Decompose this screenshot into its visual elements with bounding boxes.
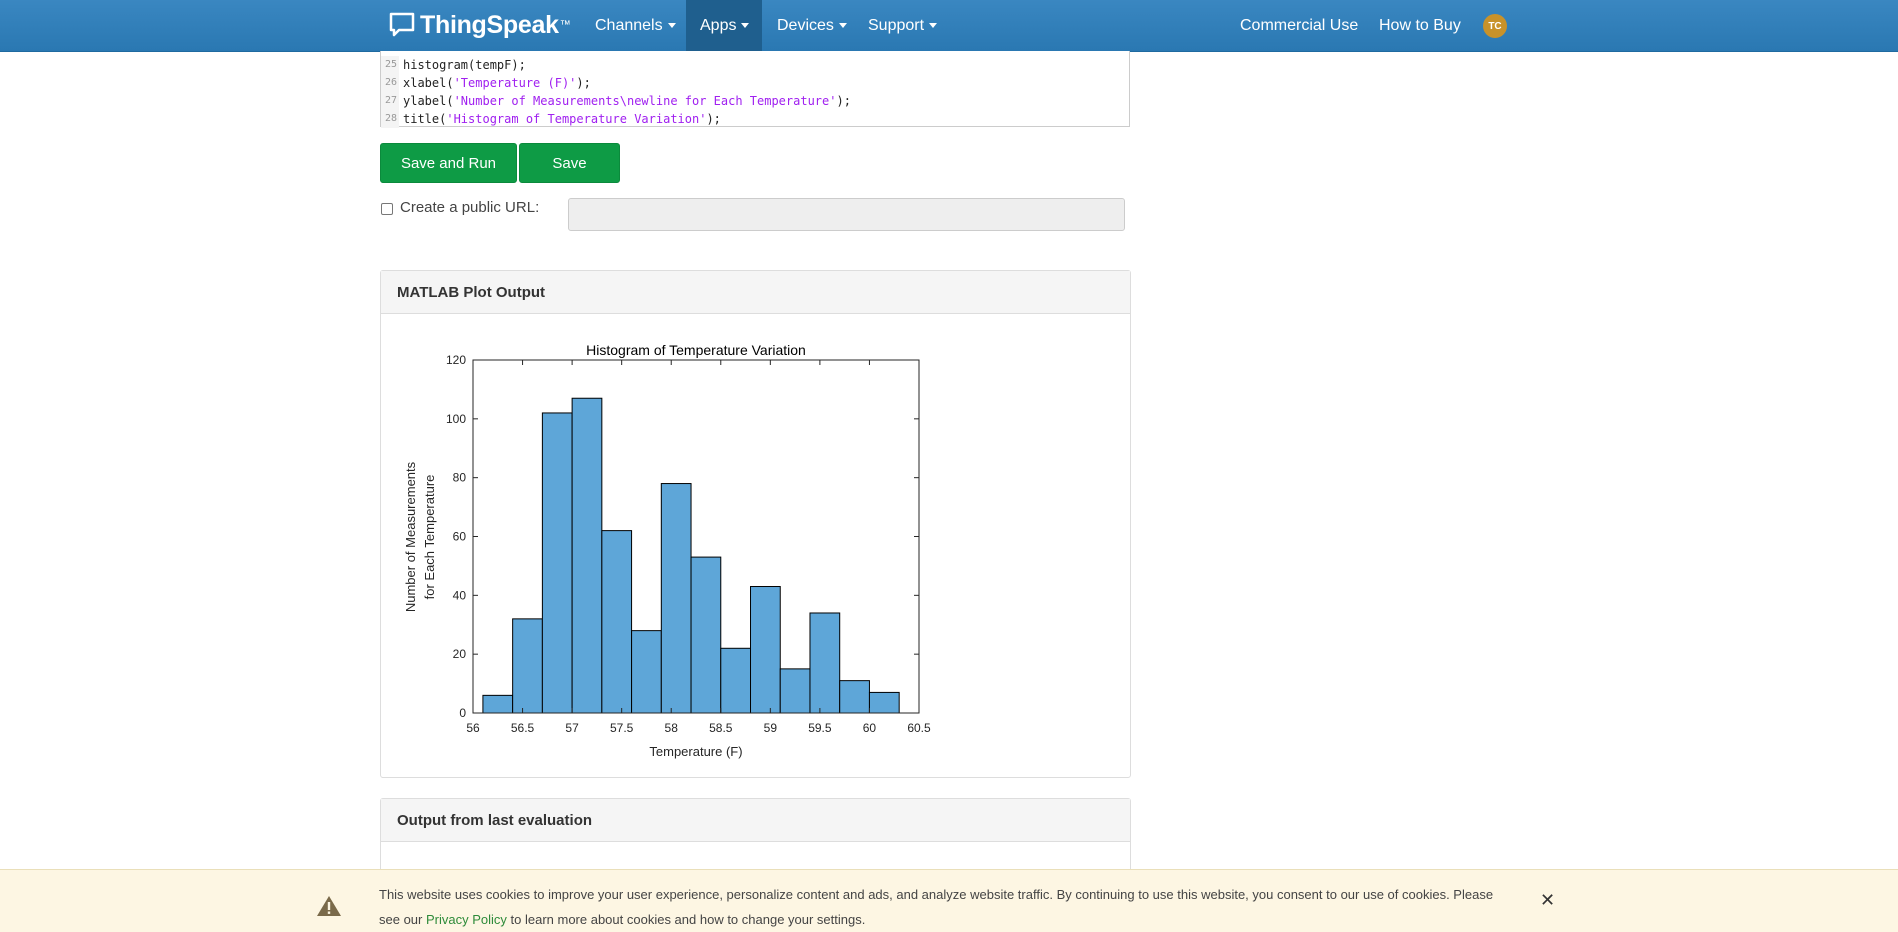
nav-commercial-use-label: Commercial Use (1240, 16, 1359, 34)
histogram-bar (690, 556, 722, 714)
x-tick-label: 60 (863, 721, 877, 735)
close-icon[interactable]: ✕ (1540, 890, 1555, 911)
save-and-run-button[interactable]: Save and Run (380, 143, 517, 183)
code-text: histogram(tempF); (399, 58, 526, 72)
y-tick-label: 60 (453, 530, 467, 544)
cookie-message-end: to learn more about cookies and how to c… (506, 912, 866, 927)
save-button[interactable]: Save (519, 143, 620, 183)
panel-title: MATLAB Plot Output (381, 271, 1130, 314)
line-number: 28 (381, 110, 399, 128)
user-avatar[interactable]: TC (1483, 14, 1507, 38)
nav-support[interactable]: Support (854, 0, 951, 51)
histogram-bar (720, 647, 752, 714)
panel-title: Output from last evaluation (381, 799, 1130, 842)
code-post: ); (576, 76, 591, 90)
histogram-bar (660, 483, 692, 714)
caret-down-icon (667, 23, 676, 28)
histogram-bar (868, 691, 900, 714)
x-tick-label: 58.5 (709, 721, 733, 735)
code-editor[interactable]: 25 histogram(tempF); 26 xlabel('Temperat… (380, 51, 1130, 128)
public-url-input[interactable] (568, 198, 1125, 231)
histogram-bar (571, 397, 603, 714)
brand-tm: ™ (559, 19, 571, 31)
histogram-bar (779, 668, 811, 714)
y-axis-label: Number of Measurements for Each Temperat… (403, 461, 437, 612)
y-tick-label: 40 (453, 588, 467, 602)
brand-logo[interactable]: ThingSpeak ™ (388, 9, 571, 41)
x-tick-label: 56.5 (511, 721, 535, 735)
nav-commercial-use[interactable]: Commercial Use (1226, 0, 1372, 51)
x-axis-label: Temperature (F) (649, 744, 742, 759)
code-post: ); (706, 112, 721, 126)
code-line: 25 histogram(tempF); (381, 56, 526, 74)
code-text: title('Histogram of Temperature Variatio… (399, 112, 721, 126)
histogram-bar (601, 530, 633, 714)
code-string: 'Histogram of Temperature Variation' (446, 112, 707, 126)
x-tick-label: 59.5 (808, 721, 832, 735)
brand-name: ThingSpeak (420, 10, 559, 39)
line-number: 25 (381, 56, 399, 74)
nav-apps[interactable]: Apps (686, 0, 762, 51)
chart-title: Histogram of Temperature Variation (586, 342, 806, 358)
x-tick-label: 59 (764, 721, 778, 735)
x-tick-label: 60.5 (907, 721, 931, 735)
histogram-bar (809, 612, 841, 714)
nav-support-label: Support (868, 16, 925, 34)
y-axis-label-line1: Number of Measurements (403, 461, 418, 612)
y-tick-label: 0 (459, 706, 466, 720)
nav-devices-label: Devices (777, 16, 834, 34)
public-url-checkbox[interactable] (381, 203, 393, 215)
x-tick-label: 58 (665, 721, 679, 735)
code-pre: histogram(tempF); (403, 58, 526, 72)
y-axis-label-line2: for Each Temperature (422, 475, 437, 600)
y-tick-label: 20 (453, 647, 467, 661)
public-url-label: Create a public URL: (400, 199, 540, 216)
x-tick-label: 56 (466, 721, 480, 735)
code-pre: ylabel( (403, 94, 454, 108)
warning-icon (317, 896, 341, 916)
code-string: 'Temperature (F)' (453, 76, 577, 90)
histogram-bar (541, 412, 573, 714)
histogram-bar (839, 680, 870, 714)
nav-apps-label: Apps (700, 16, 737, 34)
nav-channels-label: Channels (595, 16, 663, 34)
matlab-plot-panel: MATLAB Plot Output 56 56.5 57 57.5 58 58.5 59 5… (380, 270, 1131, 778)
caret-down-icon (929, 23, 938, 28)
histogram-chart: 56 56.5 57 57.5 58 58.5 59 59.5 60 60.5 0 20 40 60 80 1… (403, 342, 931, 759)
code-line: 26 xlabel('Temperature (F)'); (381, 74, 591, 92)
histogram-bar (631, 630, 662, 714)
cookie-banner: This website uses cookies to improve you… (0, 869, 1898, 932)
x-tick-label: 57.5 (610, 721, 634, 735)
code-pre: xlabel( (403, 76, 454, 90)
code-line: 27 ylabel('Number of Measurements\newlin… (381, 92, 851, 110)
code-string: 'Number of Measurements\newline for Each… (453, 94, 837, 108)
code-line: 28 title('Histogram of Temperature Varia… (381, 110, 721, 128)
histogram-bar (512, 618, 543, 714)
caret-down-icon (741, 23, 750, 28)
nav-devices[interactable]: Devices (763, 0, 861, 51)
nav-how-to-buy-label: How to Buy (1379, 16, 1461, 34)
privacy-policy-link[interactable]: Privacy Policy (426, 912, 507, 927)
caret-down-icon (838, 23, 847, 28)
code-post: ); (836, 94, 851, 108)
code-text: ylabel('Number of Measurements\newline f… (399, 94, 851, 108)
x-tick-label: 57 (565, 721, 579, 735)
cookie-text: This website uses cookies to improve you… (379, 882, 1509, 932)
y-tick-label: 100 (446, 412, 466, 426)
line-number: 26 (381, 74, 399, 92)
histogram-bar (750, 586, 781, 714)
line-number: 27 (381, 92, 399, 110)
speech-bubble-icon (389, 12, 415, 37)
code-text: xlabel('Temperature (F)'); (399, 76, 591, 90)
nav-channels[interactable]: Channels (581, 0, 690, 51)
y-tick-label: 80 (453, 471, 467, 485)
y-tick-label: 120 (446, 353, 466, 367)
top-navbar: ThingSpeak ™ Channels Apps Devices Suppor… (0, 0, 1898, 52)
nav-how-to-buy[interactable]: How to Buy (1365, 0, 1475, 51)
histogram-bar (482, 694, 514, 714)
code-pre: title( (403, 112, 447, 126)
